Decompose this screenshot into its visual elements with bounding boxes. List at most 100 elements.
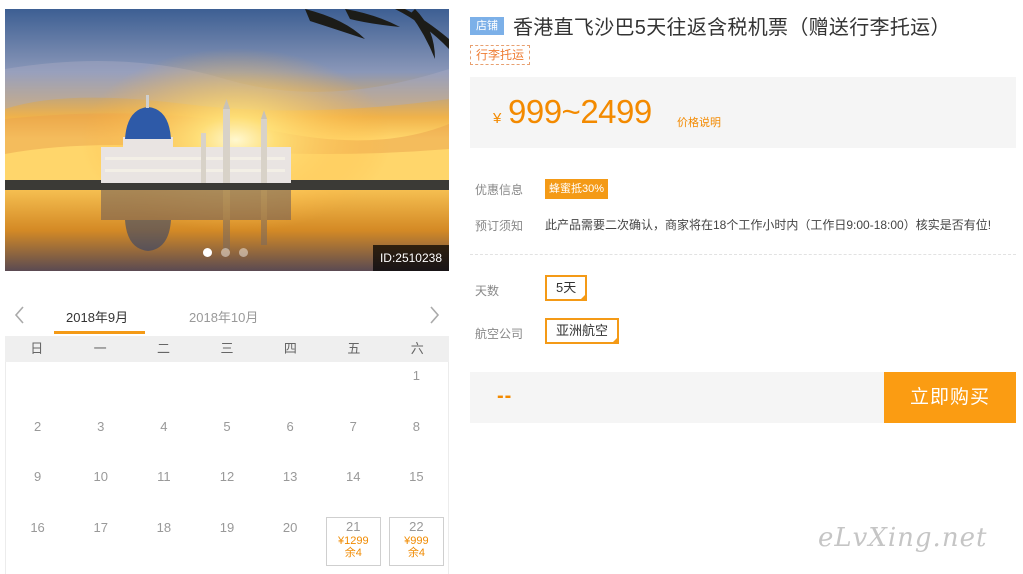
store-badge[interactable]: 店铺 — [470, 16, 504, 35]
section-divider — [470, 254, 1016, 255]
calendar-day: 3 — [69, 413, 132, 464]
calendar-day: 18 — [132, 514, 195, 565]
mosque-sunset-image — [5, 9, 449, 271]
tab-2018-09[interactable]: 2018年9月 — [66, 307, 128, 326]
calendar-day — [195, 362, 258, 413]
notice-text: 此产品需要二次确认，商家将在18个工作小时内（工作日9:00-18:00）核实是… — [545, 218, 992, 232]
calendar-day: 28 — [322, 564, 385, 574]
calendar-week: 23 24 25 26 27 28 29 — [6, 564, 448, 574]
calendar-day: 11 — [132, 463, 195, 514]
calendar-day: 27 — [259, 564, 322, 574]
calendar-day: 9 — [6, 463, 69, 514]
weekday-label: 四 — [283, 341, 297, 356]
calendar-day-number: 3 — [97, 418, 105, 434]
calendar-day: 14 — [322, 463, 385, 514]
calendar-week: 2 3 4 5 6 7 8 — [6, 413, 448, 464]
promo-label: 优惠信息 — [475, 183, 524, 197]
site-watermark: eLvXing.net — [818, 523, 988, 553]
price-explain-link[interactable]: 价格说明 — [677, 114, 721, 130]
weekday-label: 二 — [157, 341, 171, 356]
chevron-right-icon[interactable] — [425, 304, 443, 326]
chevron-left-icon[interactable] — [11, 304, 29, 326]
notice-label: 预订须知 — [475, 219, 524, 233]
carousel-dot[interactable] — [203, 248, 212, 257]
calendar-week: 1 — [6, 362, 448, 413]
calendar-day-available[interactable]: 22 ¥999 余4 — [385, 514, 448, 566]
days-label: 天数 — [475, 284, 500, 298]
total-price: -- — [497, 385, 513, 407]
price-box: ¥ 999~2499 价格说明 — [470, 77, 1016, 148]
calendar-day-number: 20 — [282, 519, 298, 535]
calendar-day: 6 — [259, 413, 322, 464]
day-price: ¥999 — [404, 534, 429, 547]
currency-symbol: ¥ — [493, 110, 502, 127]
carousel-dots — [203, 248, 248, 257]
calendar-day: 10 — [69, 463, 132, 514]
calendar-week: 9 10 11 12 13 14 15 — [6, 463, 448, 514]
calendar-day: 13 — [259, 463, 322, 514]
weekday-label: 一 — [93, 341, 107, 356]
purchase-bar: -- 立即购买 — [470, 372, 1016, 423]
calendar-day: 8 — [385, 413, 448, 464]
calendar-day-number: 5 — [223, 418, 231, 434]
airline-label: 航空公司 — [475, 327, 524, 341]
days-option[interactable]: 5天 — [545, 275, 588, 301]
calendar-day: 1 — [385, 362, 448, 413]
weekday-label: 日 — [30, 341, 44, 356]
calendar-month-nav: 2018年9月 2018年10月 — [5, 298, 449, 336]
calendar-day-number: 10 — [93, 469, 108, 484]
calendar-day-number: 8 — [412, 418, 421, 434]
calendar-day-number: 7 — [349, 418, 357, 434]
calendar-day — [69, 362, 132, 413]
product-title-row: 店铺 香港直飞沙巴5天往返含税机票（赠送行李托运） — [470, 11, 951, 40]
calendar-day-number: 11 — [157, 469, 171, 484]
calendar-day: 4 — [132, 413, 195, 464]
calendar-day-number: 21 — [346, 518, 361, 534]
calendar-day — [132, 362, 195, 413]
calendar-day: 26 — [195, 564, 258, 574]
calendar-day-number: 6 — [286, 418, 294, 434]
price-range: 999~2499 — [508, 93, 652, 130]
calendar-day-number: 18 — [156, 519, 172, 535]
product-photo[interactable]: ID:2510238 — [5, 9, 449, 271]
calendar-day-number: 9 — [33, 469, 42, 484]
calendar-day: 7 — [322, 413, 385, 464]
calendar-day — [259, 362, 322, 413]
day-price: ¥1299 — [337, 534, 369, 547]
calendar-day — [6, 362, 69, 413]
carousel-dot[interactable] — [221, 248, 230, 257]
calendar-day: 5 — [195, 413, 258, 464]
calendar-week: 16 17 18 19 20 21 ¥1299 余4 22 ¥999 余4 — [6, 514, 448, 566]
calendar-day-number: 22 — [409, 518, 424, 534]
carousel-dot[interactable] — [239, 248, 248, 257]
tab-2018-10[interactable]: 2018年10月 — [189, 307, 258, 326]
calendar-day: 23 — [6, 564, 69, 574]
weekday-header: 日 一 二 三 四 五 六 — [5, 336, 449, 362]
calendar-day-number: 14 — [346, 469, 361, 484]
day-stock: 余4 — [344, 546, 362, 559]
calendar-day-number: 16 — [30, 519, 45, 535]
calendar-day-number: 17 — [93, 519, 108, 535]
calendar-day-number: 12 — [219, 469, 235, 484]
calendar-day-number: 15 — [409, 469, 424, 484]
day-stock: 余4 — [407, 546, 425, 559]
luggage-tag: 行李托运 — [470, 45, 531, 65]
calendar-day: 20 — [259, 514, 322, 565]
calendar-day-number: 19 — [219, 519, 235, 535]
calendar-day: 15 — [385, 463, 448, 514]
buy-now-button[interactable]: 立即购买 — [884, 372, 1016, 423]
calendar-day: 16 — [6, 514, 69, 565]
calendar-day: 12 — [195, 463, 258, 514]
airline-option[interactable]: 亚洲航空 — [545, 318, 620, 344]
calendar-day-available[interactable]: 21 ¥1299 余4 — [322, 514, 385, 566]
calendar-day-number: 1 — [412, 368, 421, 383]
calendar-day: 19 — [195, 514, 258, 565]
active-tab-underline — [54, 331, 145, 334]
weekday-label: 五 — [347, 341, 361, 356]
calendar-day: 17 — [69, 514, 132, 565]
calendar-day: 2 — [6, 413, 69, 464]
weekday-label: 三 — [220, 341, 234, 356]
calendar-day-number: 4 — [160, 418, 168, 434]
weekday-label: 六 — [410, 341, 424, 356]
calendar-day: 24 — [69, 564, 132, 574]
